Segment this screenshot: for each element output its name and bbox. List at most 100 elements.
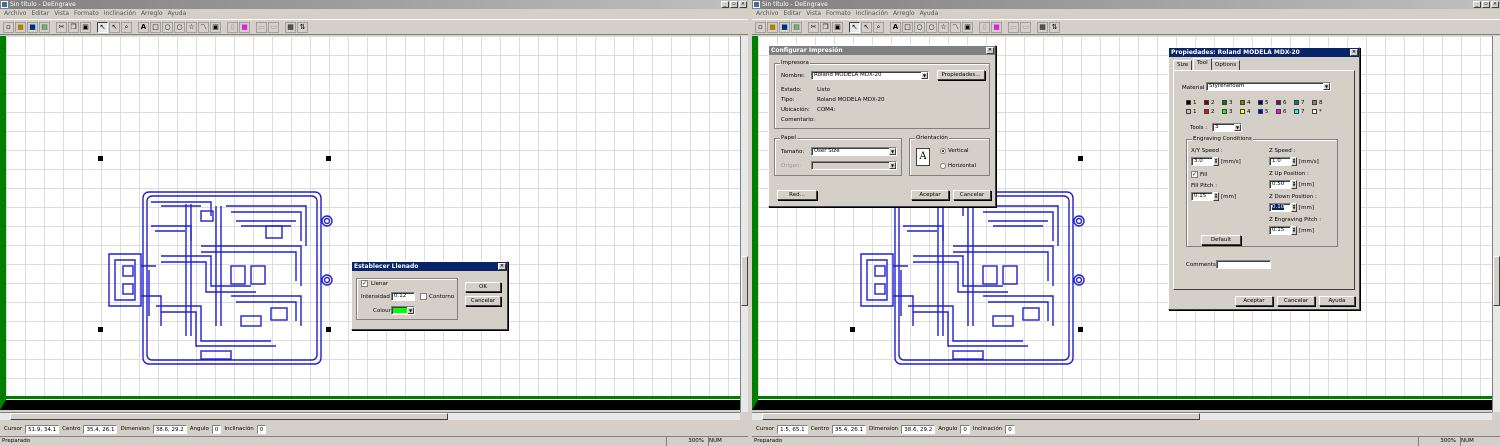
- vertical-scrollbar[interactable]: [740, 36, 748, 412]
- ellipse-tool-icon[interactable]: ○: [162, 22, 173, 33]
- paper-size-select[interactable]: User Size ▼: [811, 147, 897, 156]
- propiedades-button[interactable]: Propiedades...: [937, 70, 985, 80]
- tab-options[interactable]: Options: [1211, 60, 1241, 70]
- close-button[interactable]: ×: [739, 1, 747, 8]
- tool-swatch[interactable]: [1294, 109, 1299, 114]
- menu-vista[interactable]: Vista: [806, 9, 821, 19]
- menu-arreglo[interactable]: Arreglo: [141, 9, 163, 19]
- copy-icon[interactable]: ❐: [68, 22, 79, 33]
- color-icon[interactable]: ■: [239, 22, 250, 33]
- color-select[interactable]: ▼: [391, 306, 415, 315]
- tool-swatch[interactable]: [1240, 109, 1245, 114]
- text-tool-icon[interactable]: A: [890, 22, 901, 33]
- select-arrow-icon[interactable]: ↖: [849, 22, 860, 33]
- tools-select[interactable]: 3 ▼: [1212, 123, 1242, 132]
- rectangle-tool-icon[interactable]: □: [902, 22, 913, 33]
- close-icon[interactable]: ×: [1350, 49, 1358, 56]
- contorno-checkbox[interactable]: [420, 293, 427, 300]
- selection-handle[interactable]: [1078, 327, 1083, 332]
- group-icon[interactable]: ▭: [1020, 22, 1031, 33]
- menu-vista[interactable]: Vista: [54, 9, 69, 19]
- fill-icon[interactable]: ▯: [227, 22, 238, 33]
- aceptar-button[interactable]: Aceptar: [1235, 296, 1273, 306]
- frame-text-icon[interactable]: ▣: [962, 22, 973, 33]
- tool-swatch[interactable]: [1312, 100, 1317, 105]
- frame-text-icon[interactable]: ▣: [210, 22, 221, 33]
- tool-swatch[interactable]: [1222, 109, 1227, 114]
- default-button[interactable]: Default: [1201, 235, 1241, 245]
- horizontal-radio[interactable]: [940, 163, 946, 169]
- tool-swatch[interactable]: [1294, 100, 1299, 105]
- print-icon[interactable]: ▤: [39, 22, 50, 33]
- z-up-input[interactable]: 0.50: [1269, 180, 1291, 189]
- tool-swatch[interactable]: [1312, 109, 1317, 114]
- fill-checkbox[interactable]: ✓: [1191, 171, 1198, 178]
- tool-swatch[interactable]: [1186, 100, 1191, 105]
- zoom-icon[interactable]: ⌕: [121, 22, 132, 33]
- z-pitch-input[interactable]: 0.15: [1269, 226, 1291, 235]
- cancelar-button[interactable]: Cancelar: [1277, 296, 1315, 306]
- text-tool-icon[interactable]: A: [138, 22, 149, 33]
- llenar-checkbox[interactable]: ✓: [361, 280, 368, 287]
- node-edit-icon[interactable]: ↖: [861, 22, 872, 33]
- selection-handle[interactable]: [326, 156, 331, 161]
- tool-swatch[interactable]: [1276, 109, 1281, 114]
- menu-formato[interactable]: Formato: [74, 9, 99, 19]
- maximize-button[interactable]: ▫: [730, 1, 738, 8]
- fill-pitch-spinner[interactable]: ▲ ▼: [1213, 192, 1219, 201]
- aceptar-button[interactable]: Aceptar: [911, 190, 949, 200]
- menu-inclinacion[interactable]: Inclinación: [104, 9, 136, 19]
- close-icon[interactable]: ×: [498, 263, 506, 270]
- menu-editar[interactable]: Editar: [31, 9, 49, 19]
- cut-icon[interactable]: ✂: [56, 22, 67, 33]
- new-icon[interactable]: ▫: [755, 22, 766, 33]
- red-button[interactable]: Red...: [777, 190, 817, 200]
- z-down-input[interactable]: 0.10: [1269, 203, 1291, 212]
- chevron-down-icon[interactable]: ▼: [407, 307, 414, 314]
- align-icon[interactable]: ▭: [1008, 22, 1019, 33]
- open-icon[interactable]: ■: [15, 22, 26, 33]
- menu-arreglo[interactable]: Arreglo: [893, 9, 915, 19]
- vertical-radio[interactable]: [940, 148, 946, 154]
- drawing-canvas[interactable]: [0, 36, 740, 410]
- open-icon[interactable]: ■: [767, 22, 778, 33]
- selection-handle[interactable]: [98, 327, 103, 332]
- minimize-button[interactable]: _: [1473, 1, 1481, 8]
- maximize-button[interactable]: ▫: [1482, 1, 1490, 8]
- polygon-tool-icon[interactable]: ○: [926, 22, 937, 33]
- menu-archivo[interactable]: Archivo: [4, 9, 26, 19]
- zoom-icon[interactable]: ⌕: [873, 22, 884, 33]
- tool-swatch[interactable]: [1276, 100, 1281, 105]
- rectangle-tool-icon[interactable]: □: [150, 22, 161, 33]
- xy-speed-spinner[interactable]: ▲ ▼: [1213, 157, 1219, 166]
- fill-icon[interactable]: ▯: [979, 22, 990, 33]
- vertical-scrollbar[interactable]: [1492, 36, 1500, 412]
- selection-handle[interactable]: [850, 327, 855, 332]
- print-icon[interactable]: ▤: [791, 22, 802, 33]
- selection-handle[interactable]: [326, 327, 331, 332]
- xy-speed-input[interactable]: 3.0: [1191, 157, 1213, 166]
- tool-swatch[interactable]: [1186, 109, 1191, 114]
- cancelar-button[interactable]: Cancelar: [953, 190, 991, 200]
- menu-formato[interactable]: Formato: [826, 9, 851, 19]
- selection-handle[interactable]: [98, 156, 103, 161]
- ayuda-button[interactable]: Ayuda: [1319, 296, 1355, 306]
- select-arrow-icon[interactable]: ↖: [97, 22, 108, 33]
- horizontal-scrollbar[interactable]: [0, 412, 740, 420]
- chevron-down-icon[interactable]: ▼: [1323, 83, 1330, 90]
- paste-icon[interactable]: ▣: [80, 22, 91, 33]
- tool-swatch[interactable]: [1222, 100, 1227, 105]
- guides-icon[interactable]: ⇅: [297, 22, 308, 33]
- node-edit-icon[interactable]: ↖: [109, 22, 120, 33]
- curve-tool-icon[interactable]: 〽: [198, 22, 209, 33]
- tool-swatch[interactable]: [1204, 109, 1209, 114]
- z-speed-input[interactable]: 1.0: [1269, 157, 1291, 166]
- paste-icon[interactable]: ▣: [832, 22, 843, 33]
- material-select[interactable]: Styrenefoam ▼: [1206, 82, 1331, 91]
- printer-select[interactable]: Roland MODELA MDX-20 ▼: [811, 71, 929, 80]
- polygon-tool-icon[interactable]: ○: [174, 22, 185, 33]
- tool-swatch[interactable]: [1204, 100, 1209, 105]
- save-icon[interactable]: ■: [27, 22, 38, 33]
- chevron-down-icon[interactable]: ▼: [889, 148, 896, 155]
- chevron-down-icon[interactable]: ▼: [921, 72, 928, 79]
